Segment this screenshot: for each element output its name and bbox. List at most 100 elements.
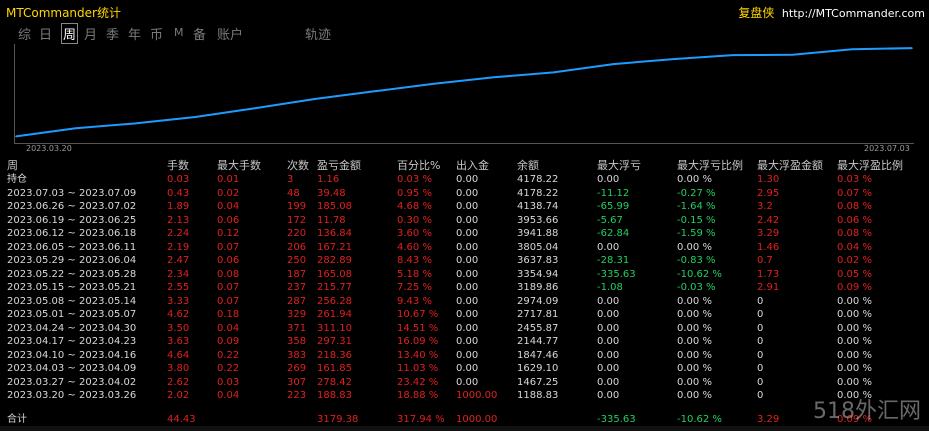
table-row[interactable]: 持仓 0.03 0.01 3 1.16 0.03 % 0.00 4178.22 0.00 0.00… — [0, 173, 929, 186]
cell-count: 371 — [287, 322, 307, 334]
tab-10[interactable]: 轨迹 — [305, 24, 331, 43]
header-count: 次数 — [287, 159, 309, 172]
cell-io: 0.00 — [456, 255, 479, 266]
cell-mfe: 0 — [757, 336, 764, 347]
cell-mddp: -0.83 % — [677, 255, 716, 266]
cell-mfe: 1.73 — [757, 268, 780, 280]
cell-mdd: 0.00 — [597, 241, 620, 253]
table-row[interactable]: 2023.07.03 ~ 2023.07.09 0.43 0.02 48 39.48 0.… — [0, 187, 929, 200]
equity-point-15 — [911, 47, 913, 49]
status-strip — [0, 426, 929, 431]
cell-mfep: 0.08 % — [837, 228, 872, 239]
cell-maxlots: 0.04 — [217, 201, 240, 212]
cell-count: 287 — [287, 295, 307, 307]
table-row[interactable]: 2023.05.22 ~ 2023.05.28 2.34 0.08 187 165.08… — [0, 268, 929, 281]
cell-count: 220 — [287, 228, 307, 239]
cell-bal: 2455.87 — [517, 322, 559, 334]
tab-6[interactable]: 币 — [150, 24, 163, 43]
table-row[interactable]: 2023.05.08 ~ 2023.05.14 3.33 0.07 287 256.28… — [0, 295, 929, 308]
cell-lots: 0.43 — [167, 187, 190, 199]
cell-mdd: 0.00 — [597, 336, 620, 347]
tab-4[interactable]: 季 — [106, 24, 119, 43]
cell-mfe: 3.29 — [757, 228, 780, 239]
table-row[interactable]: 2023.06.26 ~ 2023.07.02 1.89 0.04 199 185.08… — [0, 200, 929, 213]
cell-bal: 2717.81 — [517, 309, 559, 320]
tab-3[interactable]: 月 — [84, 24, 97, 43]
cell-pnl: 256.28 — [317, 295, 352, 307]
title-bar: MTCommander统计 复盘侠 http://MTCommander.com — [0, 0, 929, 22]
cell-pnl: 1.16 — [317, 174, 340, 185]
equity-point-3 — [194, 116, 196, 118]
cell-mfep: 0.02 % — [837, 255, 872, 266]
cell-bal: 1467.25 — [517, 376, 559, 388]
equity-chart-svg — [14, 44, 914, 144]
cell-period: 2023.04.03 ~ 2023.04.09 — [7, 363, 137, 374]
table-row[interactable]: 2023.04.24 ~ 2023.04.30 3.50 0.04 371 311.10… — [0, 322, 929, 335]
tab-8[interactable]: 备 — [193, 24, 206, 43]
cell-maxlots: 0.18 — [217, 309, 240, 320]
cell-io: 0.00 — [456, 336, 479, 347]
cell-mddp: 0.00 % — [677, 295, 712, 307]
cell-mdd: -1.08 — [597, 282, 623, 293]
cell-period: 2023.04.17 ~ 2023.04.23 — [7, 336, 137, 347]
table-row[interactable]: 2023.04.10 ~ 2023.04.16 4.64 0.22 383 218.36… — [0, 349, 929, 362]
cell-count: 237 — [287, 282, 307, 293]
cell-mfe: 2.95 — [757, 187, 780, 199]
cell-lots: 2.47 — [167, 255, 190, 266]
tab-9[interactable]: 账户 — [217, 24, 243, 43]
table-row[interactable]: 2023.06.05 ~ 2023.06.11 2.19 0.07 206 167.21… — [0, 241, 929, 254]
cell-io: 1000.00 — [456, 390, 498, 401]
cell-lots: 2.62 — [167, 376, 190, 388]
cell-mddp: 0.00 % — [677, 322, 712, 334]
cell-mddp: -1.64 % — [677, 201, 716, 212]
cell-pct: 13.40 % — [397, 349, 439, 361]
table-row[interactable]: 2023.06.19 ~ 2023.06.25 2.13 0.06 172 11.78 0… — [0, 214, 929, 227]
cell-pnl: 188.83 — [317, 390, 352, 401]
cell-pct: 10.67 % — [397, 309, 439, 320]
tab-7[interactable]: M — [174, 26, 184, 39]
table-row[interactable]: 2023.03.27 ~ 2023.04.02 2.62 0.03 307 278.42… — [0, 376, 929, 389]
cell-mfe: 0 — [757, 295, 764, 307]
cell-bal: 2974.09 — [517, 295, 559, 307]
table-row[interactable]: 2023.06.12 ~ 2023.06.18 2.24 0.12 220 136.84… — [0, 227, 929, 240]
cell-lots: 2.34 — [167, 268, 190, 280]
brand-url[interactable]: http://MTCommander.com — [782, 7, 925, 20]
cell-period: 2023.04.10 ~ 2023.04.16 — [7, 349, 137, 361]
cell-mddp: -0.03 % — [677, 282, 716, 293]
cell-mfe: 3.2 — [757, 201, 773, 212]
cell-bal: 1847.46 — [517, 349, 559, 361]
cell-pct: 18.88 % — [397, 390, 439, 401]
tab-1[interactable]: 日 — [39, 24, 52, 43]
cell-mdd: 0.00 — [597, 295, 620, 307]
cell-mfe: 2.42 — [757, 214, 780, 226]
total-io: 1000.00 — [456, 414, 498, 425]
total-pct: 317.94 % — [397, 414, 445, 425]
cell-pnl: 136.84 — [317, 228, 352, 239]
table-row[interactable]: 2023.03.20 ~ 2023.03.26 2.02 0.04 223 188.83… — [0, 389, 929, 402]
cell-mdd: -62.84 — [597, 228, 630, 239]
cell-period: 2023.05.29 ~ 2023.06.04 — [7, 255, 137, 266]
cell-lots: 3.63 — [167, 336, 190, 347]
cell-pnl: 215.77 — [317, 282, 352, 293]
tab-5[interactable]: 年 — [128, 24, 141, 43]
cell-mddp: 0.00 % — [677, 390, 712, 401]
cell-period: 2023.06.26 ~ 2023.07.02 — [7, 201, 137, 212]
cell-count: 250 — [287, 255, 307, 266]
brand[interactable]: 复盘侠 http://MTCommander.com — [738, 4, 925, 21]
tab-0[interactable]: 综 — [18, 24, 31, 43]
table-row[interactable]: 2023.05.01 ~ 2023.05.07 4.62 0.18 329 261.94… — [0, 308, 929, 321]
cell-pct: 7.25 % — [397, 282, 432, 293]
cell-io: 0.00 — [456, 376, 479, 388]
table-row[interactable]: 2023.04.17 ~ 2023.04.23 3.63 0.09 358 297.31… — [0, 335, 929, 348]
cell-mfep: 0.08 % — [837, 201, 872, 212]
cell-bal: 3941.88 — [517, 228, 559, 239]
table-row[interactable]: 2023.05.15 ~ 2023.05.21 2.55 0.07 237 215.77… — [0, 281, 929, 294]
tab-2[interactable]: 周 — [61, 23, 79, 44]
table-row[interactable]: 2023.04.03 ~ 2023.04.09 3.80 0.22 269 161.85… — [0, 362, 929, 375]
cell-mdd: 0.00 — [597, 349, 620, 361]
cell-bal: 1188.83 — [517, 390, 559, 401]
table-row[interactable]: 2023.05.29 ~ 2023.06.04 2.47 0.06 250 282.89… — [0, 254, 929, 267]
cell-pnl: 278.42 — [317, 376, 352, 388]
header-period: 周 — [7, 159, 18, 172]
cell-pnl: 311.10 — [317, 322, 352, 334]
